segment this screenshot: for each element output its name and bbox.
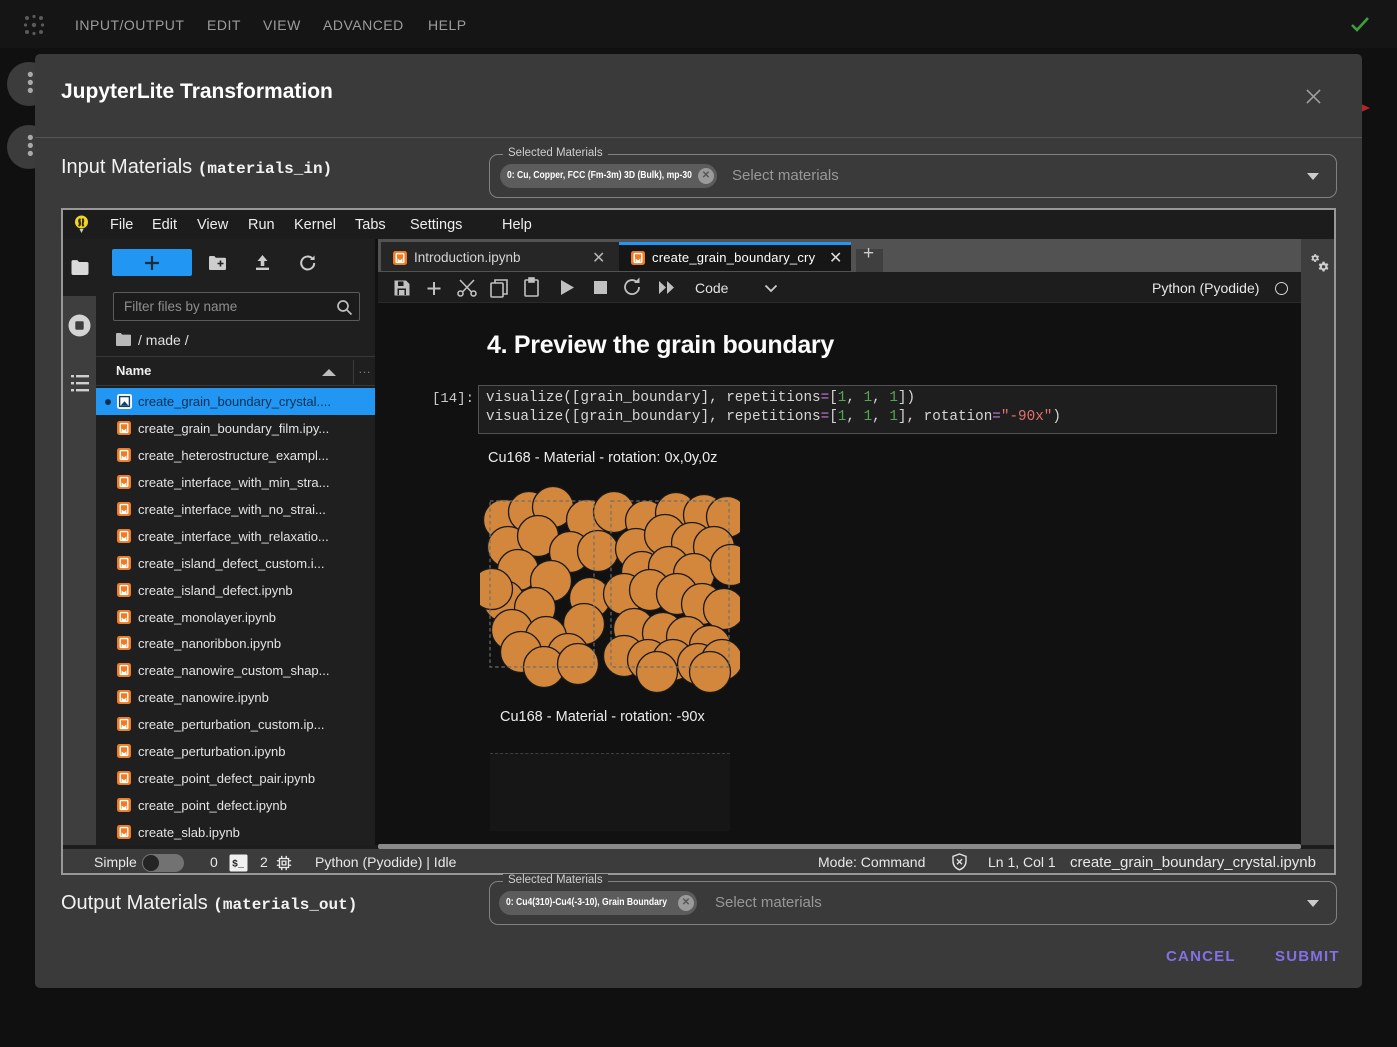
svg-text:$_: $_ <box>232 859 245 871</box>
